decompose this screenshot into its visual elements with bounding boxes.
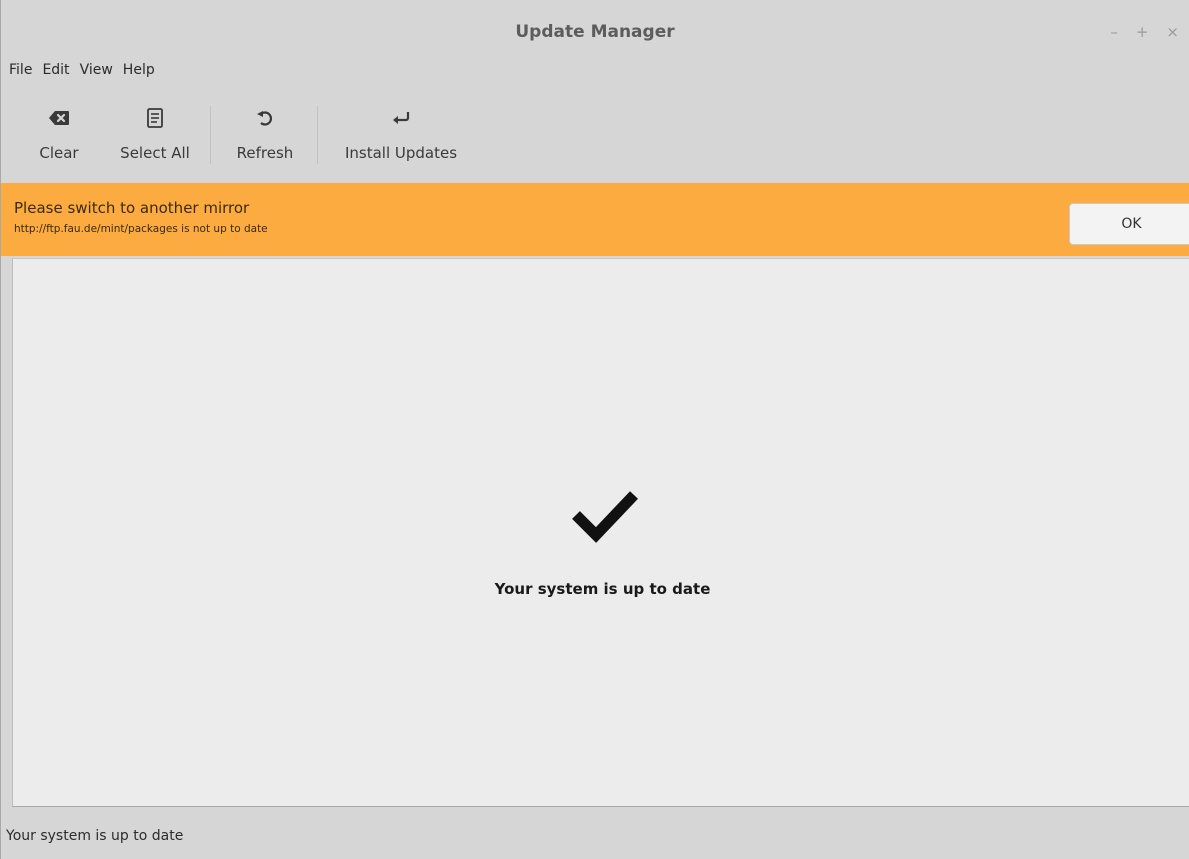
warning-title: Please switch to another mirror [14,199,250,217]
clear-icon [48,102,70,134]
checkmark-icon [570,485,640,545]
main-content-area: Your system is up to date [12,258,1189,807]
toolbar-separator [210,106,211,164]
status-bar: Your system is up to date [1,808,1189,859]
menu-bar: File Edit View Help [9,60,165,80]
select-all-button[interactable]: Select All [113,102,197,162]
install-updates-button[interactable]: Install Updates [334,102,468,162]
clear-button[interactable]: Clear [27,102,91,162]
select-all-icon [147,102,163,134]
install-updates-label: Install Updates [344,144,458,162]
toolbar: Clear Select All Refresh Install Updates [1,102,1189,182]
up-to-date-message: Your system is up to date [494,580,711,598]
ok-button[interactable]: OK [1069,203,1189,245]
mirror-warning-bar: Please switch to another mirror http://f… [1,183,1189,256]
title-bar[interactable]: Update Manager – + × [1,0,1189,54]
maximize-button[interactable]: + [1136,24,1149,40]
menu-edit[interactable]: Edit [42,60,75,80]
refresh-button[interactable]: Refresh [228,102,302,162]
select-all-label: Select All [120,144,190,162]
menu-help[interactable]: Help [123,60,161,80]
minimize-button[interactable]: – [1110,24,1118,40]
close-button[interactable]: × [1166,24,1179,40]
install-icon [391,102,411,134]
status-bar-text: Your system is up to date [6,828,184,844]
window-controls: – + × [1110,24,1179,40]
window-title: Update Manager [515,22,675,42]
menu-file[interactable]: File [9,60,38,80]
menu-view[interactable]: View [80,60,119,80]
refresh-icon [256,102,274,134]
warning-message: http://ftp.fau.de/mint/packages is not u… [14,223,268,235]
refresh-label: Refresh [236,144,294,162]
update-manager-window: Update Manager – + × File Edit View Help… [0,0,1189,859]
toolbar-separator [317,106,318,164]
clear-label: Clear [39,144,79,162]
